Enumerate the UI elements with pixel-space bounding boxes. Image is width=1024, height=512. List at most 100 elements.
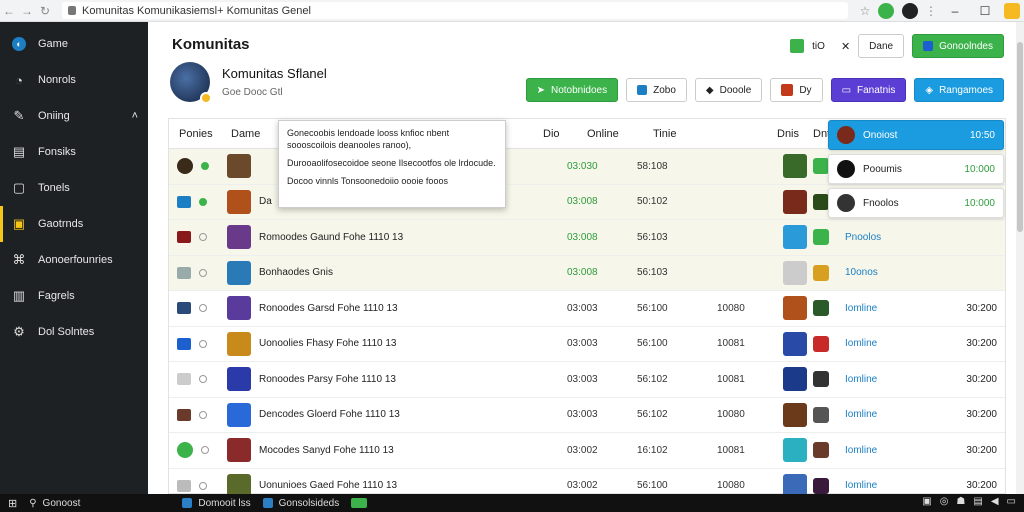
game-thumbnail[interactable] xyxy=(813,158,829,175)
menu-icon[interactable]: ⋮ xyxy=(922,4,940,18)
status-dot[interactable] xyxy=(199,268,207,277)
dane-button[interactable]: Dane xyxy=(858,34,905,58)
tray-icon[interactable]: ▣ xyxy=(922,496,931,507)
popover-item[interactable]: Fnoolos 10:000 xyxy=(828,188,1004,218)
rangamoes-button[interactable]: ◈ Rangamoes xyxy=(914,78,1004,102)
scrollbar[interactable] xyxy=(1016,22,1024,494)
back-arrow-icon[interactable]: ← xyxy=(0,4,18,18)
game-thumbnail[interactable] xyxy=(783,260,807,285)
game-thumbnail[interactable] xyxy=(783,189,807,214)
volume-icon[interactable]: ◀ xyxy=(991,496,999,507)
taskbar-app[interactable]: Gonsolsideds xyxy=(262,498,339,509)
game-thumbnail[interactable] xyxy=(813,335,829,352)
refresh-icon[interactable]: ↻ xyxy=(36,4,54,18)
game-thumbnail[interactable] xyxy=(783,367,807,392)
sidebar-item-settings[interactable]: ⚙ Dol Solntes xyxy=(0,314,148,350)
game-thumbnail[interactable] xyxy=(783,402,807,427)
grid-icon[interactable] xyxy=(790,39,805,53)
game-thumbnail[interactable] xyxy=(813,193,829,210)
game-thumbnail[interactable] xyxy=(227,367,251,392)
game-thumbnail[interactable] xyxy=(813,229,829,246)
fanatnis-button[interactable]: ▭ Fanatnis xyxy=(830,78,907,102)
game-thumbnail[interactable] xyxy=(227,225,251,250)
avatar[interactable] xyxy=(170,62,212,104)
taskbar-app[interactable]: Domooit lss xyxy=(182,498,251,509)
game-thumbnail[interactable] xyxy=(227,402,251,427)
gonoolndes-button[interactable]: Gonoolndes xyxy=(912,34,1004,58)
sidebar-item-gaotrnds[interactable]: ▣ Gaotrnds xyxy=(0,206,148,242)
sidebar-item-aonoerfounries[interactable]: ⌘ Aonoerfounries xyxy=(0,242,148,278)
game-thumbnail[interactable] xyxy=(813,406,829,423)
game-thumbnail[interactable] xyxy=(813,371,829,388)
star-icon[interactable]: ☆ xyxy=(856,4,874,18)
game-thumbnail[interactable] xyxy=(783,438,807,463)
status-dot[interactable] xyxy=(199,233,207,242)
column-header-online[interactable]: Online xyxy=(587,128,619,140)
game-thumbnail[interactable] xyxy=(783,154,807,179)
game-thumbnail[interactable] xyxy=(783,331,807,356)
game-thumbnail[interactable] xyxy=(227,438,251,463)
column-header-ponies[interactable]: Ponies xyxy=(179,128,213,140)
zobo-button[interactable]: Zobo xyxy=(626,78,687,102)
sidebar-item-game[interactable]: ◐ Game xyxy=(0,26,148,62)
status-dot[interactable] xyxy=(199,481,207,490)
tray-icon[interactable]: ◎ xyxy=(940,496,949,507)
table-row[interactable]: Ronoodes Garsd Fohe 1110 13 03:003 56:100 1… xyxy=(169,291,1005,327)
game-thumbnail[interactable] xyxy=(227,260,251,285)
game-thumbnail[interactable] xyxy=(783,296,807,321)
status-dot[interactable] xyxy=(199,375,207,384)
network-icon[interactable]: ▤ xyxy=(973,496,982,507)
tray-icon[interactable]: ☗ xyxy=(956,496,965,507)
chevron-up-icon[interactable]: ˄ xyxy=(132,110,138,122)
table-row[interactable]: Uonoolies Fhasy Fohe 1110 13 03:003 56:100… xyxy=(169,327,1005,362)
extension-icon[interactable] xyxy=(878,2,894,19)
forward-arrow-icon[interactable]: → xyxy=(18,4,36,18)
notification-icon[interactable]: ▭ xyxy=(1007,496,1016,507)
table-row[interactable]: Bonhaodes Gnis 03:008 56:103 10onos xyxy=(169,255,1005,291)
sidebar-item-fonsiks[interactable]: ▤ Fonsiks xyxy=(0,134,148,170)
status-dot[interactable] xyxy=(201,446,209,455)
sidebar-item-nonrols[interactable]: ◔ Nonrols xyxy=(0,62,148,98)
game-thumbnail[interactable] xyxy=(227,189,251,214)
minimize-icon[interactable]: – xyxy=(940,4,970,18)
table-row[interactable]: Ronoodes Parsy Fohe 1110 13 03:003 56:102 1… xyxy=(169,362,1005,398)
column-header-tinie[interactable]: Tinie xyxy=(653,128,676,140)
notobnidoes-button[interactable]: ➤ Notobnidoes xyxy=(525,78,619,102)
game-thumbnail[interactable] xyxy=(227,296,251,321)
address-bar[interactable]: Komunitas Komunikasiemsl+ Komunitas Gene… xyxy=(62,2,848,19)
close-icon[interactable]: ✕ xyxy=(841,40,850,53)
online-value: 03:003 xyxy=(567,373,598,385)
taskbar-search[interactable]: ⚲ Gonoost xyxy=(29,498,80,509)
app-icon[interactable] xyxy=(351,498,368,508)
sidebar-item-tonels[interactable]: ▢ Tonels xyxy=(0,170,148,206)
sidebar-item-oniing[interactable]: ✎ Oniing ˄ xyxy=(0,98,148,134)
game-thumbnail[interactable] xyxy=(813,300,829,317)
status-dot[interactable] xyxy=(201,162,209,171)
game-thumbnail[interactable] xyxy=(813,264,829,281)
windows-start-icon[interactable]: ⊞ xyxy=(8,497,17,510)
game-thumbnail[interactable] xyxy=(813,477,829,494)
dooole-button[interactable]: ◆ Dooole xyxy=(694,78,763,102)
column-header-dio[interactable]: Dio xyxy=(543,128,560,140)
game-thumbnail[interactable] xyxy=(227,154,251,179)
game-thumbnail[interactable] xyxy=(813,442,829,459)
column-header-dnis[interactable]: Dnis xyxy=(777,128,799,140)
table-row[interactable]: Romoodes Gaund Fohe 1110 13 03:008 56:103 P… xyxy=(169,220,1005,256)
scrollbar-thumb[interactable] xyxy=(1017,42,1023,232)
profile-icon[interactable] xyxy=(902,2,918,19)
dy-button[interactable]: Dy xyxy=(770,78,823,102)
maximize-icon[interactable]: ☐ xyxy=(970,4,1000,18)
status-dot[interactable] xyxy=(199,410,207,419)
column-header-dame[interactable]: Dame xyxy=(231,128,260,140)
table-row[interactable]: Mocodes Sanyd Fohe 1110 13 03:002 16:102 10… xyxy=(169,433,1005,469)
game-thumbnail[interactable] xyxy=(227,331,251,356)
sidebar-item-fagrels[interactable]: ▥ Fagrels xyxy=(0,278,148,314)
table-row[interactable]: Dencodes Gloerd Fohe 1110 13 03:003 56:102… xyxy=(169,398,1005,433)
status-dot[interactable] xyxy=(199,197,207,206)
game-thumbnail[interactable] xyxy=(783,225,807,250)
status-dot[interactable] xyxy=(199,304,207,313)
popover-item[interactable]: Pooumis 10:000 xyxy=(828,154,1004,184)
status-dot[interactable] xyxy=(199,339,207,348)
top-button-tio[interactable]: tiO xyxy=(812,41,825,52)
popover-item[interactable]: Onoiost 10:50 xyxy=(828,120,1004,150)
